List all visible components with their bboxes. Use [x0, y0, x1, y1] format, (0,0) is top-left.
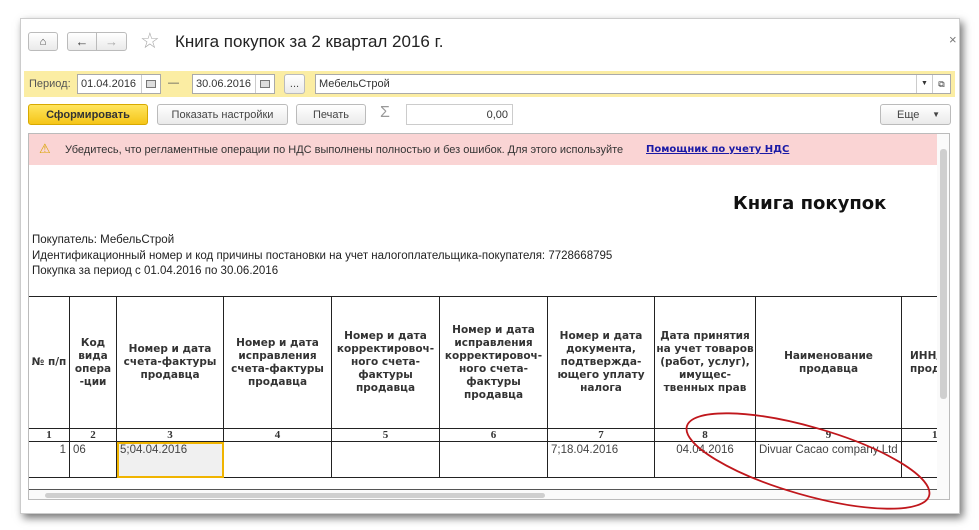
period-label: Период:	[29, 78, 71, 90]
operation-code[interactable]: 06	[69, 441, 117, 478]
horizontal-scroll-thumb[interactable]	[45, 493, 545, 498]
favorite-star-icon[interactable]: ☆	[140, 28, 160, 54]
period-line: Покупка за период с 01.04.2016 по 30.06.…	[32, 265, 279, 277]
chevron-down-icon: ▼	[932, 110, 940, 119]
column-number: 3	[116, 428, 224, 442]
report-info: Покупатель: МебельСтрой Идентификационны…	[32, 233, 612, 280]
organization-input[interactable]: МебельСтрой ▼ ⧉	[315, 74, 951, 94]
warning-icon: ⚠	[39, 141, 51, 156]
period-select-button[interactable]: ...	[284, 74, 305, 94]
sigma-icon: Σ	[380, 104, 390, 121]
column-header: Номер и дата корректировоч-ного счета-фа…	[331, 296, 440, 429]
calendar-icon[interactable]	[141, 75, 160, 93]
generate-button[interactable]: Сформировать	[28, 104, 148, 125]
column-number: 2	[69, 428, 117, 442]
report-title: Книга покупок	[733, 193, 887, 214]
column-number: 5	[331, 428, 440, 442]
home-icon: ⌂	[39, 35, 47, 48]
column-header: Номер и дата счета-фактуры продавца	[116, 296, 224, 429]
arrow-right-icon: →	[105, 34, 118, 49]
adjustment-correction-cell[interactable]	[439, 441, 548, 478]
date-from-input[interactable]: 01.04.2016	[77, 74, 161, 94]
vat-assistant-link[interactable]: Помощник по учету НДС	[646, 144, 789, 155]
date-to-input[interactable]: 30.06.2016	[192, 74, 275, 94]
window-title: Книга покупок за 2 квартал 2016 г.	[175, 32, 444, 51]
open-icon[interactable]: ⧉	[932, 75, 950, 93]
nds-alert: ⚠ Убедитесь, что регламентные операции п…	[29, 134, 937, 165]
payment-doc-cell[interactable]: 7;18.04.2016	[547, 441, 655, 478]
column-number: 7	[547, 428, 655, 442]
close-icon[interactable]: ×	[949, 32, 957, 47]
vertical-scroll-thumb[interactable]	[940, 149, 947, 399]
dropdown-icon[interactable]: ▼	[916, 75, 932, 93]
column-header: № п/п	[29, 296, 70, 429]
column-header: Номер и дата документа, подтвержда-ющего…	[547, 296, 655, 429]
more-button[interactable]: Еще ▼	[880, 104, 951, 125]
column-number: 1	[29, 428, 70, 442]
column-number: 6	[439, 428, 548, 442]
row-number[interactable]: 1	[29, 441, 70, 478]
red-highlight-ellipse	[685, 412, 931, 510]
show-settings-button[interactable]: Показать настройки	[157, 104, 288, 125]
inn-line: Идентификационный номер и код причины по…	[32, 249, 613, 262]
column-header: Номер и дата исправления счета-фактуры п…	[223, 296, 332, 429]
forward-button[interactable]: →	[96, 32, 127, 51]
column-header: Код вида опера -ции	[69, 296, 117, 429]
column-header: Номер и дата исправления корректировоч-н…	[439, 296, 548, 429]
sum-field: 0,00	[406, 104, 513, 125]
print-button[interactable]: Печать	[296, 104, 366, 125]
annotation-ellipse	[685, 412, 931, 510]
period-dash: —	[168, 77, 179, 89]
buyer-line: Покупатель: МебельСтрой	[32, 234, 175, 246]
column-number: 4	[223, 428, 332, 442]
adjustment-cell[interactable]	[331, 441, 440, 478]
alert-text: Убедитесь, что регламентные операции по …	[65, 144, 624, 156]
correction-cell[interactable]	[223, 441, 332, 478]
home-button[interactable]: ⌂	[28, 32, 58, 51]
back-button[interactable]: ←	[67, 32, 97, 51]
calendar-icon[interactable]	[255, 75, 274, 93]
arrow-left-icon: ←	[75, 34, 89, 49]
invoice-cell[interactable]: 5;04.04.2016	[116, 441, 224, 478]
